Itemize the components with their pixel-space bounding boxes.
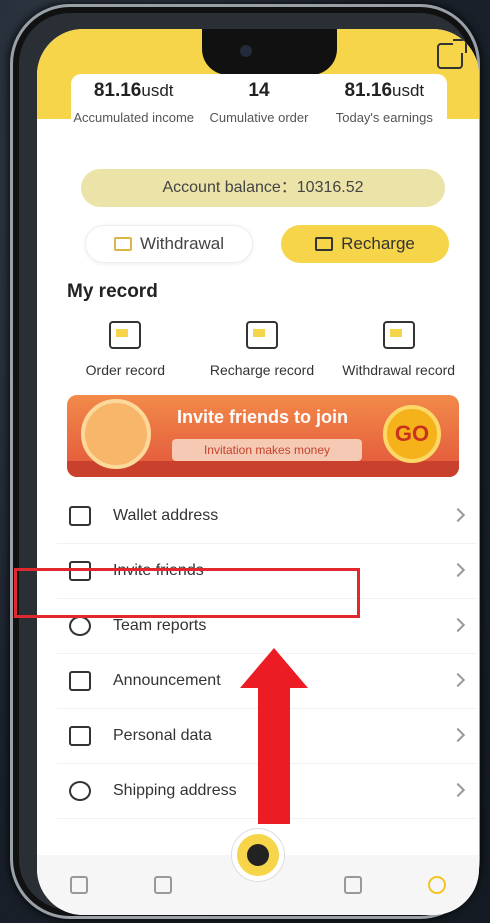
team-icon (69, 616, 91, 636)
chevron-right-icon (450, 782, 466, 798)
stat-number: 14 (248, 80, 270, 101)
chevron-right-icon (450, 672, 466, 688)
section-title-my-record: My record (67, 281, 158, 302)
recharge-icon (315, 237, 334, 251)
profile-tab-icon[interactable] (428, 876, 446, 894)
stat-number: 81.16 (93, 80, 142, 101)
chevron-right-icon (450, 507, 466, 523)
go-button[interactable]: GO (383, 405, 441, 463)
withdrawal-label: Withdrawal (139, 234, 225, 253)
stat-unit: usdt (141, 81, 174, 100)
recharge-record-button[interactable]: Recharge record (194, 321, 331, 381)
stat-todays-earnings: 81.16usdt Today's earnings (322, 74, 447, 166)
banner-title: Invite friends to join (177, 407, 349, 427)
stat-cumulative-order: 14 Cumulative order (196, 74, 321, 166)
menu-label: Personal data (113, 727, 212, 744)
order-record-label: Order record (85, 362, 166, 378)
chevron-right-icon (450, 562, 466, 578)
camera-icon (240, 45, 252, 57)
withdrawal-record-icon (382, 321, 415, 349)
menu-label: Team reports (113, 617, 207, 634)
recharge-label: Recharge (341, 234, 415, 253)
home-tab-icon[interactable] (70, 876, 88, 894)
center-logo-button[interactable] (232, 829, 284, 881)
stat-unit: usdt (392, 81, 425, 100)
id-card-icon (69, 726, 91, 746)
recharge-record-label: Recharge record (209, 362, 315, 378)
stat-value: 81.16usdt (322, 80, 447, 102)
menu-item-wallet-address[interactable]: Wallet address (57, 489, 477, 544)
stat-accumulated-income: 81.16usdt Accumulated income (71, 74, 196, 166)
announcement-icon (69, 671, 91, 691)
stat-value: 14 (196, 80, 321, 102)
wallet-icon (69, 506, 91, 526)
banner-subtitle: Invitation makes money (172, 439, 362, 461)
share-icon[interactable] (437, 39, 467, 69)
phone-notch (202, 29, 337, 75)
chevron-right-icon (450, 727, 466, 743)
highlight-annotation (14, 568, 360, 618)
chevron-right-icon (450, 617, 466, 633)
clock-icon (81, 399, 151, 469)
recharge-button[interactable]: Recharge (281, 225, 449, 263)
record-shortcuts: Order record Recharge record Withdrawal … (57, 321, 467, 381)
menu-label: Announcement (113, 672, 221, 689)
orders-tab-icon[interactable] (154, 876, 172, 894)
arrow-head (240, 648, 308, 688)
phone-frame: 81.16usdt Accumulated income 14 Cumulati… (10, 4, 480, 919)
location-pin-icon (69, 781, 91, 801)
order-record-button[interactable]: Order record (57, 321, 194, 381)
stat-value: 81.16usdt (71, 80, 196, 102)
recharge-record-icon (246, 321, 278, 349)
arrow-shaft (258, 686, 290, 824)
stat-label: Cumulative order (209, 110, 309, 125)
withdrawal-record-button[interactable]: Withdrawal record (330, 321, 467, 381)
stat-label: Today's earnings (335, 110, 433, 125)
wallet-icon (113, 237, 132, 251)
invite-banner[interactable]: Invite friends to join Invitation makes … (67, 395, 459, 477)
withdrawal-record-label: Withdrawal record (342, 362, 456, 378)
stats-card: 81.16usdt Accumulated income 14 Cumulati… (71, 74, 447, 166)
menu-label: Wallet address (113, 507, 219, 524)
stat-number: 81.16 (344, 80, 393, 101)
withdrawal-button[interactable]: Withdrawal (85, 225, 253, 263)
service-tab-icon[interactable] (344, 876, 362, 894)
menu-label: Shipping address (113, 782, 237, 799)
account-balance: Account balance：10316.52 (81, 169, 445, 207)
order-record-icon (109, 321, 142, 349)
stat-label: Accumulated income (73, 110, 194, 125)
